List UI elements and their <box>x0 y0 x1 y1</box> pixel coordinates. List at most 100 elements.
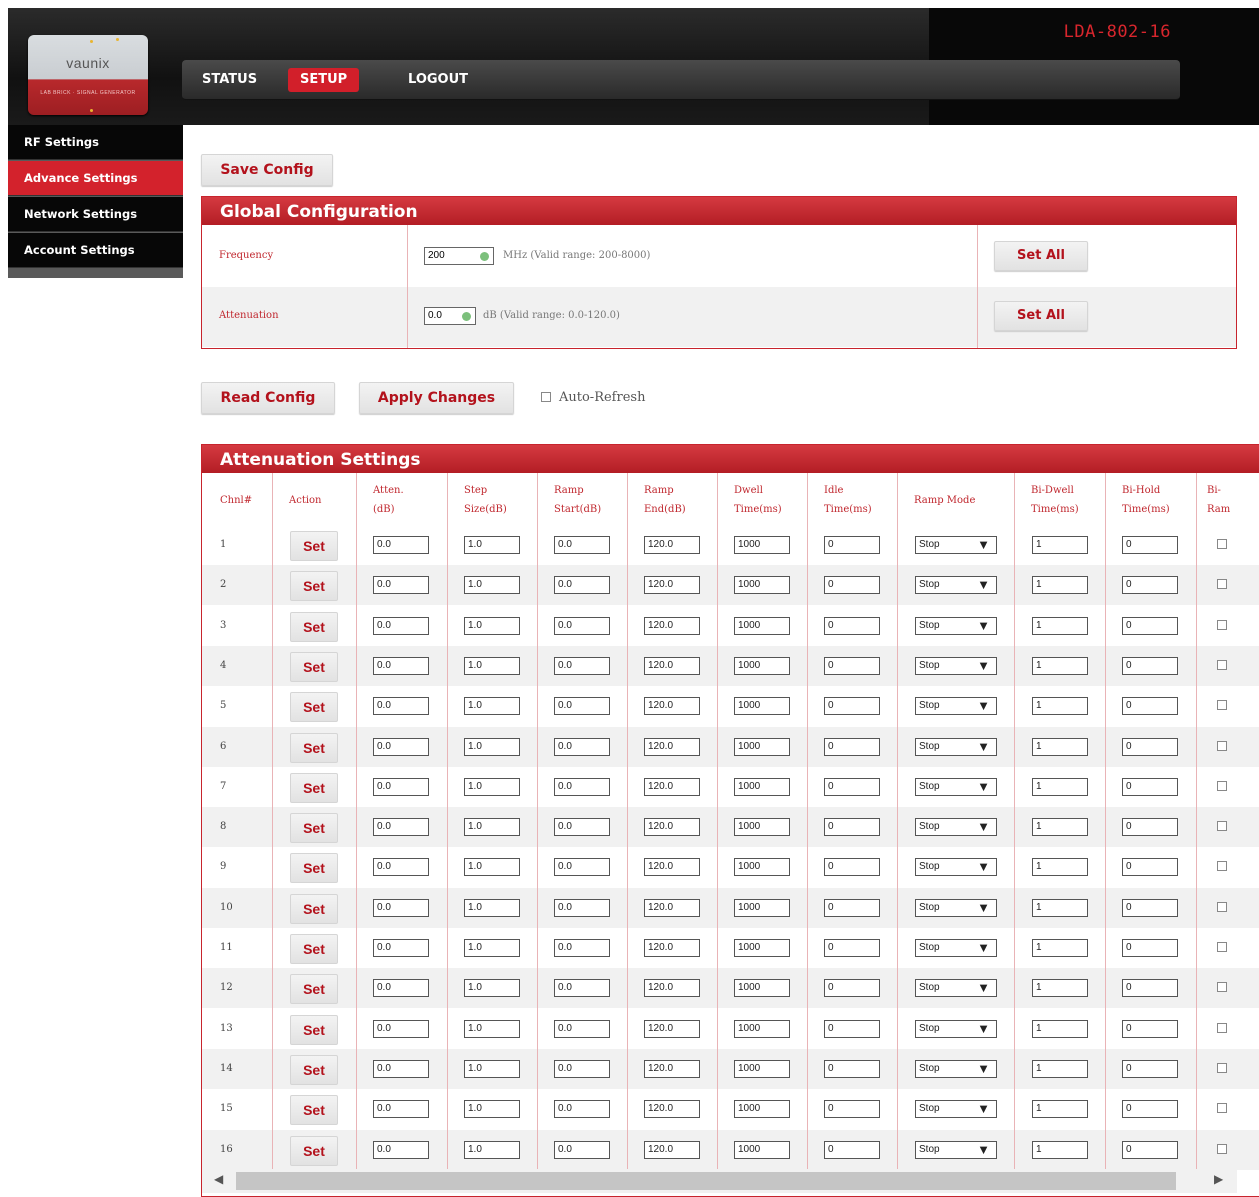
bi-hold-input[interactable]: 0 <box>1122 1140 1178 1159</box>
bi-dwell-input[interactable]: 1 <box>1032 697 1088 716</box>
idle-input[interactable]: 0 <box>824 858 880 877</box>
idle-input[interactable]: 0 <box>824 616 880 635</box>
dwell-input[interactable]: 1000 <box>734 777 790 796</box>
bi-ramp-checkbox[interactable] <box>1217 539 1227 549</box>
end-input[interactable]: 120.0 <box>644 1059 700 1078</box>
set-all-frequency-button[interactable]: Set All <box>994 241 1088 271</box>
dwell-input[interactable]: 1000 <box>734 1059 790 1078</box>
set-channel-button[interactable]: Set <box>290 893 338 924</box>
scroll-left-icon[interactable]: ◀ <box>214 1172 223 1186</box>
ramp-mode-select[interactable]: Stop ▼ <box>915 1100 997 1119</box>
atten-input[interactable]: 0.0 <box>373 656 429 675</box>
idle-input[interactable]: 0 <box>824 737 880 756</box>
start-input[interactable]: 0.0 <box>554 1059 610 1078</box>
ramp-mode-select[interactable]: Stop ▼ <box>915 858 997 877</box>
end-input[interactable]: 120.0 <box>644 737 700 756</box>
end-input[interactable]: 120.0 <box>644 616 700 635</box>
end-input[interactable]: 120.0 <box>644 536 700 554</box>
bi-hold-input[interactable]: 0 <box>1122 536 1178 554</box>
dwell-input[interactable]: 1000 <box>734 656 790 675</box>
idle-input[interactable]: 0 <box>824 1140 880 1159</box>
ramp-mode-select[interactable]: Stop ▼ <box>915 979 997 998</box>
atten-input[interactable]: 0.0 <box>373 818 429 837</box>
bi-dwell-input[interactable]: 1 <box>1032 1059 1088 1078</box>
set-channel-button[interactable]: Set <box>290 934 338 964</box>
ramp-mode-select[interactable]: Stop ▼ <box>915 777 997 796</box>
ramp-mode-select[interactable]: Stop ▼ <box>915 737 997 756</box>
bi-dwell-input[interactable]: 1 <box>1032 576 1088 595</box>
dwell-input[interactable]: 1000 <box>734 858 790 877</box>
bi-hold-input[interactable]: 0 <box>1122 737 1178 756</box>
start-input[interactable]: 0.0 <box>554 536 610 554</box>
step-input[interactable]: 1.0 <box>464 1140 520 1159</box>
start-input[interactable]: 0.0 <box>554 818 610 837</box>
bi-hold-input[interactable]: 0 <box>1122 576 1178 595</box>
bi-hold-input[interactable]: 0 <box>1122 898 1178 917</box>
set-channel-button[interactable]: Set <box>290 1014 338 1045</box>
step-input[interactable]: 1.0 <box>464 979 520 998</box>
step-input[interactable]: 1.0 <box>464 536 520 554</box>
apply-changes-button[interactable]: Apply Changes <box>359 382 514 414</box>
set-channel-button[interactable]: Set <box>290 571 338 602</box>
frequency-input[interactable]: 200 <box>424 247 494 265</box>
step-input[interactable]: 1.0 <box>464 697 520 716</box>
scroll-right-icon[interactable]: ▶ <box>1214 1172 1223 1186</box>
horizontal-scrollbar[interactable]: ◀ ▶ <box>202 1169 1237 1193</box>
start-input[interactable]: 0.0 <box>554 697 610 716</box>
dwell-input[interactable]: 1000 <box>734 536 790 554</box>
dwell-input[interactable]: 1000 <box>734 979 790 998</box>
step-input[interactable]: 1.0 <box>464 818 520 837</box>
bi-hold-input[interactable]: 0 <box>1122 939 1178 957</box>
start-input[interactable]: 0.0 <box>554 656 610 675</box>
idle-input[interactable]: 0 <box>824 898 880 917</box>
bi-ramp-checkbox[interactable] <box>1217 901 1227 912</box>
bi-hold-input[interactable]: 0 <box>1122 979 1178 998</box>
bi-ramp-checkbox[interactable] <box>1217 1143 1227 1154</box>
bi-ramp-checkbox[interactable] <box>1217 821 1227 832</box>
atten-input[interactable]: 0.0 <box>373 979 429 998</box>
nav-setup[interactable]: SETUP <box>288 68 360 92</box>
bi-dwell-input[interactable]: 1 <box>1032 1019 1088 1038</box>
bi-ramp-checkbox[interactable] <box>1217 982 1227 993</box>
step-input[interactable]: 1.0 <box>464 1100 520 1119</box>
set-channel-button[interactable]: Set <box>290 692 338 723</box>
idle-input[interactable]: 0 <box>824 818 880 837</box>
dwell-input[interactable]: 1000 <box>734 697 790 716</box>
bi-hold-input[interactable]: 0 <box>1122 818 1178 837</box>
bi-ramp-checkbox[interactable] <box>1217 659 1227 670</box>
bi-dwell-input[interactable]: 1 <box>1032 939 1088 957</box>
atten-input[interactable]: 0.0 <box>373 616 429 635</box>
bi-hold-input[interactable]: 0 <box>1122 616 1178 635</box>
sidebar-item-rf-settings[interactable]: RF Settings <box>8 125 183 160</box>
atten-input[interactable]: 0.0 <box>373 1140 429 1159</box>
atten-input[interactable]: 0.0 <box>373 1100 429 1119</box>
dwell-input[interactable]: 1000 <box>734 1019 790 1038</box>
atten-input[interactable]: 0.0 <box>373 858 429 877</box>
idle-input[interactable]: 0 <box>824 979 880 998</box>
save-config-button[interactable]: Save Config <box>201 154 333 186</box>
dwell-input[interactable]: 1000 <box>734 616 790 635</box>
ramp-mode-select[interactable]: Stop ▼ <box>915 576 997 595</box>
idle-input[interactable]: 0 <box>824 656 880 675</box>
atten-input[interactable]: 0.0 <box>373 1059 429 1078</box>
set-channel-button[interactable]: Set <box>290 813 338 844</box>
bi-dwell-input[interactable]: 1 <box>1032 616 1088 635</box>
set-channel-button[interactable]: Set <box>290 853 338 884</box>
step-input[interactable]: 1.0 <box>464 1059 520 1078</box>
spin-icon[interactable] <box>480 252 489 261</box>
bi-dwell-input[interactable]: 1 <box>1032 858 1088 877</box>
ramp-mode-select[interactable]: Stop ▼ <box>915 656 997 675</box>
start-input[interactable]: 0.0 <box>554 979 610 998</box>
end-input[interactable]: 120.0 <box>644 818 700 837</box>
bi-ramp-checkbox[interactable] <box>1217 780 1227 791</box>
bi-ramp-checkbox[interactable] <box>1217 740 1227 751</box>
nav-logout[interactable]: LOGOUT <box>396 68 480 92</box>
atten-input[interactable]: 0.0 <box>373 777 429 796</box>
dwell-input[interactable]: 1000 <box>734 818 790 837</box>
ramp-mode-select[interactable]: Stop ▼ <box>915 616 997 635</box>
start-input[interactable]: 0.0 <box>554 1100 610 1119</box>
set-channel-button[interactable]: Set <box>290 974 338 1005</box>
idle-input[interactable]: 0 <box>824 1059 880 1078</box>
end-input[interactable]: 120.0 <box>644 1019 700 1038</box>
dwell-input[interactable]: 1000 <box>734 737 790 756</box>
